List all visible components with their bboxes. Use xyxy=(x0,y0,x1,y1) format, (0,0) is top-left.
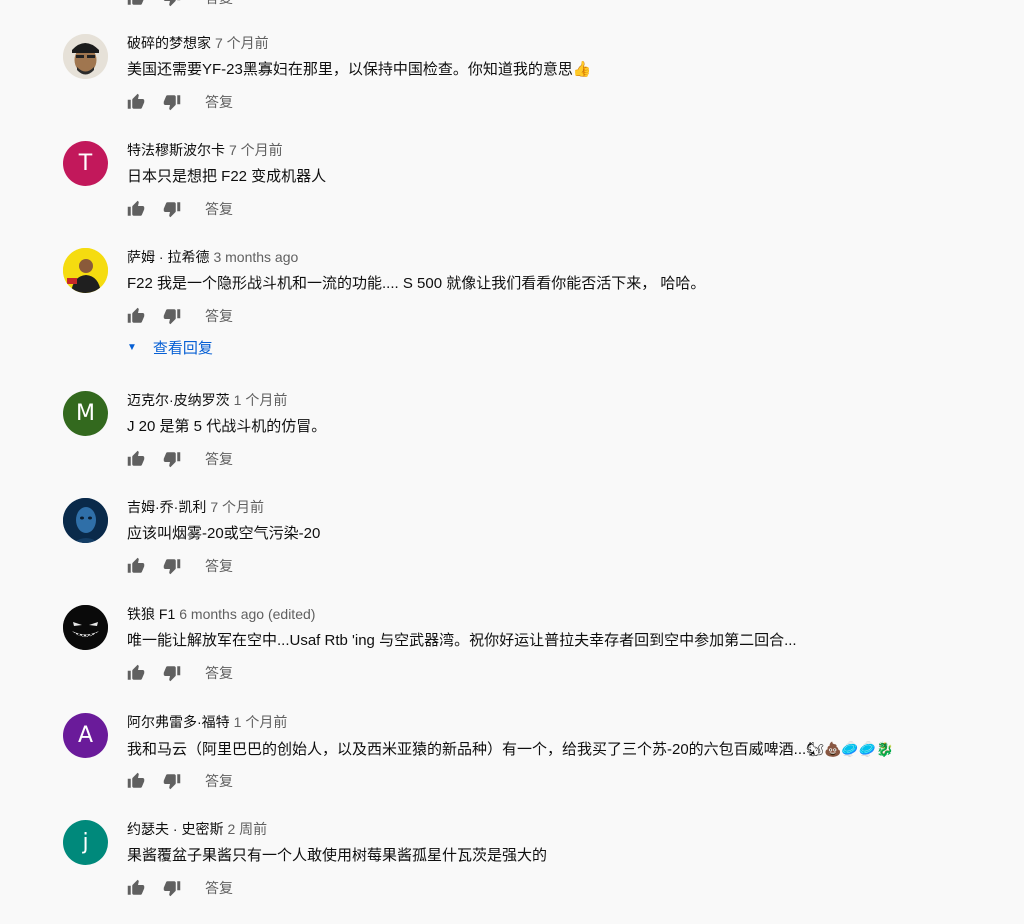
comment-text: J 20 是第 5 代战斗机的仿冒。 xyxy=(127,418,327,435)
comment-body: 特法穆斯波尔卡 7 个月前 日本只是想把 F22 变成机器人 答复 xyxy=(127,141,1004,187)
reply-button[interactable]: 答复 xyxy=(205,306,233,326)
comment-actions: 答复 xyxy=(127,92,233,112)
comment-text: 唯一能让解放军在空中...Usaf Rtb 'ing 与空武器湾。祝你好运让普拉… xyxy=(127,632,797,649)
reply-button[interactable]: 答复 xyxy=(205,0,233,8)
comment-meta: 吉姆·乔·凯利 7 个月前 xyxy=(127,498,1004,516)
user-photo-icon xyxy=(63,498,108,543)
comment-text: 我和马云（阿里巴巴的创始人，以及西米亚猿的新品种）有一个，给我买了三个苏-20的… xyxy=(127,739,1004,760)
comment-text: 果酱覆盆子果酱只有一个人敢使用树莓果酱孤星什瓦茨是强大的 xyxy=(127,847,548,864)
comment-meta: 萨姆 · 拉希德 3 months ago xyxy=(127,248,1004,266)
avatar[interactable] xyxy=(63,605,108,650)
comment-actions: 答复 xyxy=(127,771,233,791)
thumbs-down-icon[interactable] xyxy=(163,772,181,790)
thumbs-up-icon[interactable] xyxy=(127,772,145,790)
thumbs-up-icon[interactable] xyxy=(127,0,145,7)
comment-meta: 铁狼 F1 6 months ago (edited) xyxy=(127,605,1004,623)
comment-author[interactable]: 萨姆 · 拉希德 xyxy=(127,249,209,265)
thumbs-up-icon[interactable] xyxy=(127,557,145,575)
comment-body: 铁狼 F1 6 months ago (edited) 唯一能让解放军在空中...… xyxy=(127,605,1004,651)
comment-body: 阿尔弗雷多·福特 1 个月前 我和马云（阿里巴巴的创始人，以及西米亚猿的新品种）有… xyxy=(127,713,1004,760)
comment-author[interactable]: 阿尔弗雷多·福特 xyxy=(127,714,230,730)
comment-actions: 答复 xyxy=(127,199,233,219)
reply-button[interactable]: 答复 xyxy=(205,92,233,112)
thumbs-up-icon[interactable] xyxy=(127,200,145,218)
thumbs-up-icon[interactable] xyxy=(127,450,145,468)
comment-meta: 迈克尔·皮纳罗茨 1 个月前 xyxy=(127,391,1004,409)
thumbs-down-icon[interactable] xyxy=(163,0,181,7)
comment-meta: 破碎的梦想家 7 个月前 xyxy=(127,34,1004,52)
comment-actions: 答复 xyxy=(127,306,233,326)
comment-actions: 答复 xyxy=(127,556,233,576)
avatar[interactable] xyxy=(63,34,108,79)
thumbs-down-icon[interactable] xyxy=(163,450,181,468)
comment-time[interactable]: 6 months ago (edited) xyxy=(179,606,315,622)
reply-button[interactable]: 答复 xyxy=(205,771,233,791)
caret-down-icon: ▼ xyxy=(127,342,137,353)
comment-actions: 答复 xyxy=(127,878,233,898)
thumbs-up-icon[interactable] xyxy=(127,879,145,897)
comment-meta: 特法穆斯波尔卡 7 个月前 xyxy=(127,141,1004,159)
reply-button[interactable]: 答复 xyxy=(205,878,233,898)
avatar[interactable] xyxy=(63,248,108,293)
comment-body: 萨姆 · 拉希德 3 months ago F22 我是一个隐形战斗机和一流的功能… xyxy=(127,248,1004,357)
user-photo-icon xyxy=(63,248,108,293)
comment-time[interactable]: 7 个月前 xyxy=(229,142,283,158)
comment-body: 破碎的梦想家 7 个月前 美国还需要YF-23黑寡妇在那里，以保持中国检查。你知道… xyxy=(127,34,1004,80)
comment-text: 美国还需要YF-23黑寡妇在那里，以保持中国检查。你知道我的意思👍 xyxy=(127,61,592,78)
comment-body: 迈克尔·皮纳罗茨 1 个月前 J 20 是第 5 代战斗机的仿冒。 答复 xyxy=(127,391,1004,437)
thumbs-down-icon[interactable] xyxy=(163,879,181,897)
reply-button[interactable]: 答复 xyxy=(205,199,233,219)
user-photo-icon xyxy=(63,605,108,650)
comment-author[interactable]: 铁狼 F1 xyxy=(127,606,175,622)
comment-time[interactable]: 7 个月前 xyxy=(210,499,264,515)
reply-button[interactable]: 答复 xyxy=(205,449,233,469)
thumbs-down-icon[interactable] xyxy=(163,664,181,682)
thumbs-down-icon[interactable] xyxy=(163,93,181,111)
thumbs-down-icon[interactable] xyxy=(163,307,181,325)
comment-meta: 约瑟夫 · 史密斯 2 周前 xyxy=(127,820,1004,838)
comment-time[interactable]: 3 months ago xyxy=(213,249,298,265)
comment-text: 应该叫烟雾-20或空气污染-20 xyxy=(127,525,321,542)
comment-author[interactable]: 破碎的梦想家 xyxy=(127,35,211,51)
view-replies-label: 查看回复 xyxy=(152,340,213,357)
thumbs-down-icon[interactable] xyxy=(163,557,181,575)
thumbs-down-icon[interactable] xyxy=(163,200,181,218)
comment-text: F22 我是一个隐形战斗机和一流的功能.... S 500 就像让我们看看你能否… xyxy=(127,275,706,292)
comment-author[interactable]: 约瑟夫 · 史密斯 xyxy=(127,821,223,837)
view-replies-button[interactable]: ▼ 查看回复 xyxy=(127,337,213,358)
comment-meta: 阿尔弗雷多·福特 1 个月前 xyxy=(127,713,1004,731)
comment-author[interactable]: 迈克尔·皮纳罗茨 xyxy=(127,392,230,408)
reply-button[interactable]: 答复 xyxy=(205,663,233,683)
avatar[interactable] xyxy=(63,498,108,543)
previous-comment-actions: 答复 xyxy=(127,0,233,8)
avatar[interactable]: T xyxy=(63,141,108,186)
comment-time[interactable]: 1 个月前 xyxy=(234,392,288,408)
comment-text-body: 我和马云（阿里巴巴的创始人，以及西米亚猿的新品种）有一个，给我买了三个苏-20的… xyxy=(127,741,807,758)
comment-text: 日本只是想把 F22 变成机器人 xyxy=(127,168,327,185)
user-photo-icon xyxy=(63,34,108,79)
avatar[interactable]: M xyxy=(63,391,108,436)
comment-time[interactable]: 7 个月前 xyxy=(215,35,269,51)
comment-body: 吉姆·乔·凯利 7 个月前 应该叫烟雾-20或空气污染-20 答复 xyxy=(127,498,1004,544)
comment-time[interactable]: 1 个月前 xyxy=(234,714,288,730)
thumbs-up-icon[interactable] xyxy=(127,93,145,111)
avatar[interactable]: j xyxy=(63,820,108,865)
comment-actions: 答复 xyxy=(127,663,233,683)
thumbs-up-icon[interactable] xyxy=(127,664,145,682)
comment-author[interactable]: 特法穆斯波尔卡 xyxy=(127,142,225,158)
emoji-sequence: 🐿💩🥏🥏🐉 xyxy=(806,741,894,757)
comment-actions: 答复 xyxy=(127,449,233,469)
avatar[interactable]: A xyxy=(63,713,108,758)
thumbs-up-icon[interactable] xyxy=(127,307,145,325)
comment-body: 约瑟夫 · 史密斯 2 周前 果酱覆盆子果酱只有一个人敢使用树莓果酱孤星什瓦茨是强… xyxy=(127,820,1004,866)
comment-author[interactable]: 吉姆·乔·凯利 xyxy=(127,499,206,515)
reply-button[interactable]: 答复 xyxy=(205,556,233,576)
comment-time[interactable]: 2 周前 xyxy=(227,821,267,837)
